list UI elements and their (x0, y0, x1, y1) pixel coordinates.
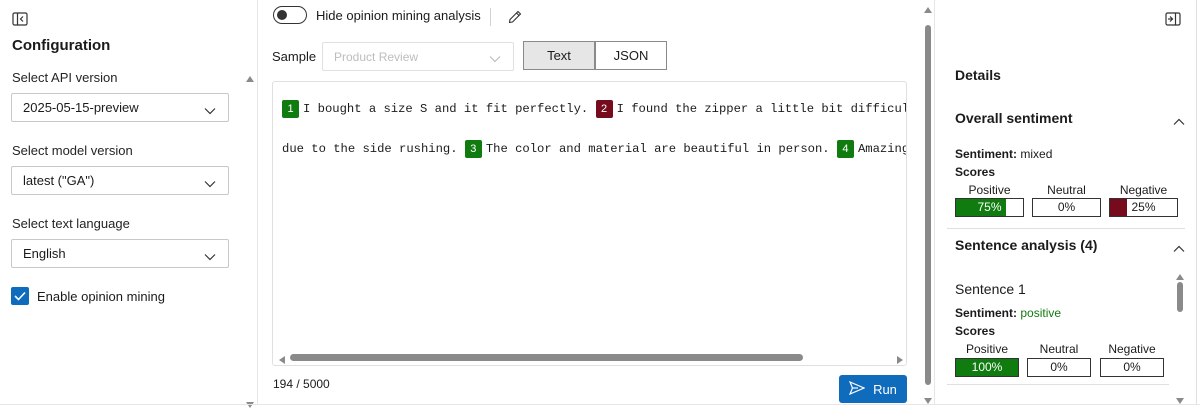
model-version-value: latest ("GA") (23, 173, 95, 188)
chevron-up-icon[interactable] (1173, 113, 1185, 131)
text-language-select[interactable]: English (11, 239, 229, 268)
sentence-1-sentiment-value: positive (1020, 306, 1062, 320)
sample-label: Sample (272, 49, 317, 64)
chevron-down-icon (204, 103, 216, 118)
text-line-2: due to the side rushing. 3 The color and … (282, 140, 906, 158)
toggle-knob (277, 10, 287, 20)
sentence-1-negative-score: 0% (1100, 358, 1164, 377)
sentence-badge-2[interactable]: 2 (595, 100, 613, 118)
sentence-analysis-title: Sentence analysis (4) (955, 237, 1098, 253)
enable-opinion-mining-checkbox[interactable]: Enable opinion mining (11, 287, 165, 305)
text-language-value: English (23, 246, 66, 261)
scroll-up-arrow-icon[interactable] (245, 70, 255, 88)
negative-fill-bar (1110, 199, 1127, 216)
pencil-edit-icon[interactable] (507, 9, 523, 30)
positive-header: Positive (965, 342, 1009, 356)
overall-neutral-value: 0% (1057, 200, 1076, 214)
neutral-header: Neutral (1047, 183, 1086, 197)
sentence-badge-4[interactable]: 4 (836, 140, 854, 158)
overall-negative-score: 25% (1109, 198, 1178, 217)
text-line-1: 1 I bought a size S and it fit perfectly.… (282, 100, 907, 118)
sentence-1-neutral-score: 0% (1027, 358, 1091, 377)
bottom-border (0, 404, 1200, 405)
vertical-scrollbar[interactable] (925, 25, 931, 385)
configuration-panel: Configuration Select API version 2025-05… (0, 0, 258, 408)
send-icon (848, 380, 866, 398)
api-version-label: Select API version (12, 70, 118, 85)
enable-opinion-mining-label: Enable opinion mining (37, 288, 165, 304)
sentence-2-continuation: due to the side rushing. (282, 142, 458, 156)
scroll-left-arrow-icon[interactable] (278, 352, 286, 365)
hide-opinion-mining-toggle[interactable]: Hide opinion mining analysis (273, 6, 481, 24)
model-version-select[interactable]: latest ("GA") (11, 166, 229, 195)
analysis-panel: Hide opinion mining analysis Sample Prod… (258, 0, 934, 405)
sentence-4-text: Amazingly co (857, 142, 906, 156)
positive-header: Positive (968, 183, 1011, 197)
vertical-scrollbar[interactable] (1177, 282, 1183, 312)
section-divider (947, 384, 1169, 385)
toolbar-divider (490, 8, 491, 26)
overall-sentiment-line: Sentiment: mixed (955, 147, 1052, 161)
model-version-label: Select model version (12, 143, 133, 158)
sample-select[interactable]: Product Review (322, 42, 514, 71)
checkmark-icon (11, 287, 29, 305)
overall-positive-score: 75% (955, 198, 1024, 217)
neutral-header: Neutral (1039, 342, 1079, 356)
sentence-1-sentiment-line: Sentiment: positive (955, 306, 1061, 320)
sentence-2-text: I found the zipper a little bit difficul… (616, 102, 907, 116)
toggle-switch[interactable] (273, 6, 307, 24)
overall-positive-value: 75% (977, 200, 1002, 214)
scores-label: Scores (955, 165, 996, 179)
window-edge (1196, 0, 1200, 405)
sample-placeholder: Product Review (334, 50, 419, 64)
sentence-3-text: The color and material are beautiful in … (485, 142, 830, 156)
overall-sentiment-value: mixed (1020, 147, 1053, 161)
sentence-badge-3[interactable]: 3 (464, 140, 482, 158)
sentiment-key: Sentiment: (955, 306, 1018, 320)
horizontal-scrollbar[interactable] (290, 354, 803, 361)
details-title: Details (955, 67, 1001, 83)
run-button[interactable]: Run (839, 375, 907, 403)
sentiment-key: Sentiment: (955, 147, 1018, 161)
overall-neutral-score: 0% (1032, 198, 1101, 217)
chevron-down-icon (204, 176, 216, 191)
scroll-down-arrow-icon[interactable] (245, 396, 255, 410)
tab-text[interactable]: Text (523, 41, 595, 70)
api-version-select[interactable]: 2025-05-15-preview (11, 93, 229, 122)
expand-panel-icon[interactable] (1165, 12, 1181, 31)
chevron-down-icon (489, 52, 501, 66)
chevron-up-icon[interactable] (1173, 240, 1185, 258)
character-count: 194 / 5000 (273, 377, 330, 391)
sentence-badge-1[interactable]: 1 (282, 100, 299, 118)
sentence-1-positive-value: 100% (971, 360, 1003, 374)
hide-opinion-mining-label: Hide opinion mining analysis (316, 7, 481, 23)
run-label: Run (873, 381, 897, 397)
chevron-down-icon (204, 249, 216, 264)
section-divider (947, 228, 1185, 229)
overall-sentiment-title: Overall sentiment (955, 110, 1073, 126)
text-language-label: Select text language (12, 216, 130, 231)
scores-label: Scores (955, 324, 996, 338)
tab-json[interactable]: JSON (595, 41, 667, 70)
sentence-1-text: I bought a size S and it fit perfectly. (303, 102, 589, 116)
collapse-panel-icon[interactable] (12, 12, 28, 26)
details-panel: Details Overall sentiment Sentiment: mix… (934, 0, 1200, 405)
scroll-down-arrow-icon[interactable] (1175, 392, 1185, 410)
sentence-1-negative-value: 0% (1123, 360, 1141, 374)
negative-header: Negative (1119, 183, 1168, 197)
negative-header: Negative (1108, 342, 1156, 356)
sentence-1-title: Sentence 1 (955, 281, 1026, 297)
analyzed-text-area[interactable]: 1 I bought a size S and it fit perfectly.… (272, 81, 907, 366)
scroll-right-arrow-icon[interactable] (896, 352, 904, 365)
sentence-1-positive-score: 100% (955, 358, 1019, 377)
overall-negative-value: 25% (1131, 200, 1156, 214)
scroll-up-arrow-icon[interactable] (923, 1, 933, 19)
api-version-value: 2025-05-15-preview (23, 100, 139, 115)
scroll-down-arrow-icon[interactable] (923, 392, 933, 410)
configuration-title: Configuration (12, 37, 111, 54)
sentence-1-neutral-value: 0% (1050, 360, 1068, 374)
